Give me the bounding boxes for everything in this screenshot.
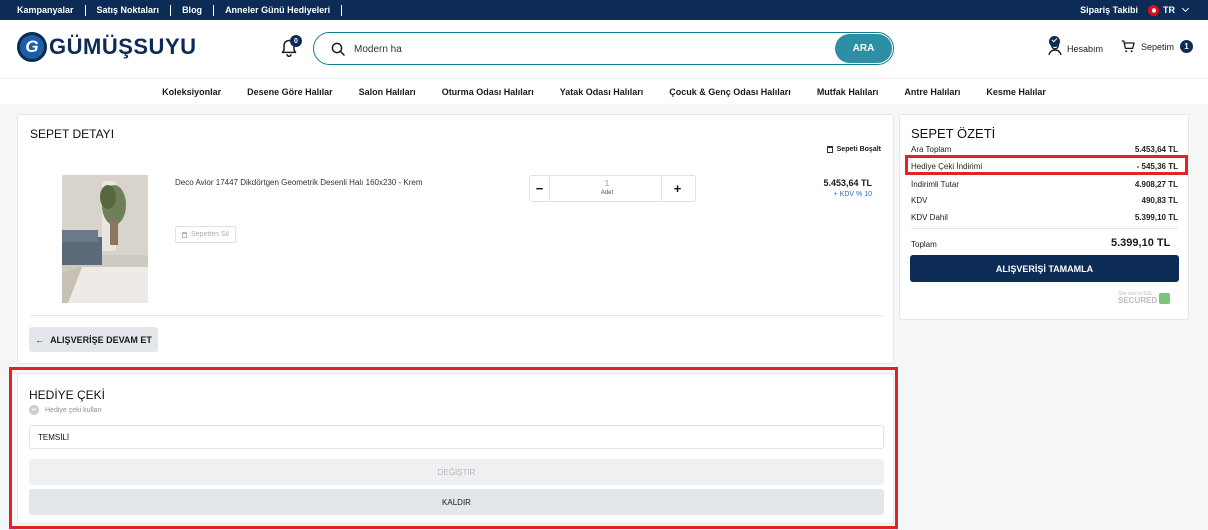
account-label: Hesabım — [1067, 44, 1104, 54]
header: G GÜMÜŞSUYU 0 ARA Hesabım Sepetim 1 — [0, 20, 1208, 78]
summary-value: 5.399,10 TL — [1134, 213, 1178, 222]
summary-label: Ara Toplam — [911, 145, 952, 154]
empty-cart-button[interactable]: Sepeti Boşalt — [826, 146, 881, 153]
category-nav: Koleksiyonlar Desene Göre Halılar Salon … — [0, 78, 1208, 104]
summary-row-discounted: İndirimli Tutar 4.908,27 TL — [911, 180, 1178, 189]
divider — [30, 315, 883, 316]
language-selector[interactable]: TR — [1148, 4, 1190, 16]
category-by-pattern[interactable]: Desene Göre Halılar — [247, 87, 333, 97]
divider — [911, 228, 1178, 229]
product-name[interactable]: Deco Avior 17447 Dikdörtgen Geometrik De… — [175, 178, 423, 187]
category-kitchen[interactable]: Mutfak Halıları — [817, 87, 879, 97]
summary-value: 4.908,27 TL — [1134, 180, 1178, 189]
logged-in-check-icon — [1049, 36, 1060, 47]
cart-summary-panel: SEPET ÖZETİ Ara Toplam 5.453,64 TL Hediy… — [899, 114, 1189, 320]
logo-text: GÜMÜŞSUYU — [49, 34, 197, 59]
summary-row-subtotal: Ara Toplam 5.453,64 TL — [911, 145, 1178, 154]
quantity-stepper: − 1 Adet + — [529, 175, 696, 202]
arrow-left-icon: ← — [35, 334, 45, 345]
top-link-stores[interactable]: Satış Noktaları — [86, 4, 172, 16]
top-bar: Kampanyalar Satış Noktaları Blog Anneler… — [0, 0, 1208, 20]
category-living-room[interactable]: Salon Halıları — [359, 87, 416, 97]
summary-row-gift-discount: Hediye Çeki İndirimi - 545,36 TL — [911, 162, 1178, 171]
checkout-button[interactable]: ALIŞVERİŞİ TAMAMLA — [910, 255, 1179, 282]
summary-row-vat: KDV 490,83 TL — [911, 196, 1178, 205]
turkey-flag-icon — [1148, 4, 1159, 16]
empty-cart-label: Sepeti Boşalt — [836, 146, 881, 153]
quantity-unit: Adet — [600, 190, 614, 196]
gift-voucher-panel: HEDİYE ÇEKİ Hediye çeki kullan DEĞİŞTİR … — [17, 373, 894, 524]
continue-shopping-label: ALIŞVERİŞE DEVAM ET — [50, 334, 152, 345]
cart-detail-panel: SEPET DETAYI Sepeti Boşalt Deco Avior 17… — [17, 114, 894, 364]
account-link[interactable]: Hesabım — [1047, 36, 1103, 56]
item-price: 5.453,64 TL + KDV % 10 — [823, 178, 872, 198]
ssl-badge: Site size is SSL SECURED — [1118, 292, 1171, 305]
use-gift-voucher-checkbox[interactable]: Hediye çeki kullan — [29, 405, 101, 415]
change-voucher-button[interactable]: DEĞİŞTİR — [29, 459, 884, 485]
category-hallway[interactable]: Antre Halıları — [904, 87, 960, 97]
site-logo[interactable]: G GÜMÜŞSUYU — [17, 32, 197, 62]
summary-title: SEPET ÖZETİ — [911, 126, 996, 141]
remove-from-cart-button[interactable]: Sepetten Sil — [175, 226, 236, 243]
order-tracking-link[interactable]: Sipariş Takibi — [1080, 5, 1138, 15]
category-sitting-room[interactable]: Oturma Odası Halıları — [442, 87, 534, 97]
summary-value: - 545,36 TL — [1136, 162, 1178, 171]
gift-voucher-title: HEDİYE ÇEKİ — [29, 388, 106, 402]
item-vat-note: + KDV % 10 — [833, 191, 872, 198]
remove-voucher-button[interactable]: KALDIR — [29, 489, 884, 515]
top-link-mothers-day[interactable]: Anneler Günü Hediyeleri — [214, 4, 343, 16]
notification-badge: 0 — [290, 35, 302, 47]
summary-value: 5.453,64 TL — [1134, 145, 1178, 154]
total-label: Toplam — [911, 240, 937, 249]
check-icon — [29, 405, 39, 415]
summary-label: KDV — [911, 196, 928, 205]
continue-shopping-button[interactable]: ← ALIŞVERİŞE DEVAM ET — [29, 327, 158, 352]
cart-icon — [1121, 40, 1135, 53]
search-bar: ARA — [313, 32, 894, 65]
decrease-quantity-button[interactable]: − — [530, 176, 550, 201]
product-photo — [62, 175, 148, 303]
summary-label: Hediye Çeki İndirimi — [911, 162, 983, 171]
top-link-blog[interactable]: Blog — [171, 4, 215, 16]
category-collections[interactable]: Koleksiyonlar — [162, 87, 221, 97]
top-links: Kampanyalar Satış Noktaları Blog Anneler… — [0, 4, 343, 16]
cart-detail-title: SEPET DETAYI — [30, 127, 115, 141]
cart-link[interactable]: Sepetim 1 — [1121, 40, 1194, 53]
summary-label: İndirimli Tutar — [911, 180, 960, 189]
category-bedroom[interactable]: Yatak Odası Halıları — [560, 87, 644, 97]
summary-row-vat-included: KDV Dahil 5.399,10 TL — [911, 213, 1178, 222]
quantity-value[interactable]: 1 — [551, 179, 663, 188]
chevron-down-icon — [1181, 4, 1190, 13]
logo-mark: G — [17, 32, 47, 62]
search-icon — [331, 42, 345, 56]
cart-label: Sepetim — [1141, 41, 1175, 52]
trash-icon — [182, 231, 187, 238]
summary-label: KDV Dahil — [911, 213, 948, 222]
ssl-secured-text: SECURED — [1118, 296, 1158, 305]
item-price-amount: 5.453,64 TL — [823, 178, 872, 188]
search-input[interactable] — [354, 40, 824, 58]
total-value: 5.399,10 TL — [1111, 237, 1171, 249]
category-kids-room[interactable]: Çocuk & Genç Odası Halıları — [669, 87, 791, 97]
summary-value: 490,83 TL — [1141, 196, 1178, 205]
gift-voucher-code-input[interactable] — [29, 425, 884, 449]
language-label: TR — [1163, 5, 1175, 15]
product-image[interactable] — [62, 175, 148, 303]
remove-from-cart-label: Sepetten Sil — [191, 231, 229, 238]
search-button[interactable]: ARA — [835, 34, 892, 63]
cart-count-badge: 1 — [1180, 40, 1194, 53]
category-cut-rugs[interactable]: Kesme Halılar — [986, 87, 1046, 97]
trash-icon — [826, 146, 833, 153]
top-link-campaigns[interactable]: Kampanyalar — [17, 4, 86, 16]
increase-quantity-button[interactable]: + — [661, 176, 693, 201]
lock-icon — [1159, 293, 1171, 304]
use-gift-voucher-label: Hediye çeki kullan — [45, 406, 102, 414]
